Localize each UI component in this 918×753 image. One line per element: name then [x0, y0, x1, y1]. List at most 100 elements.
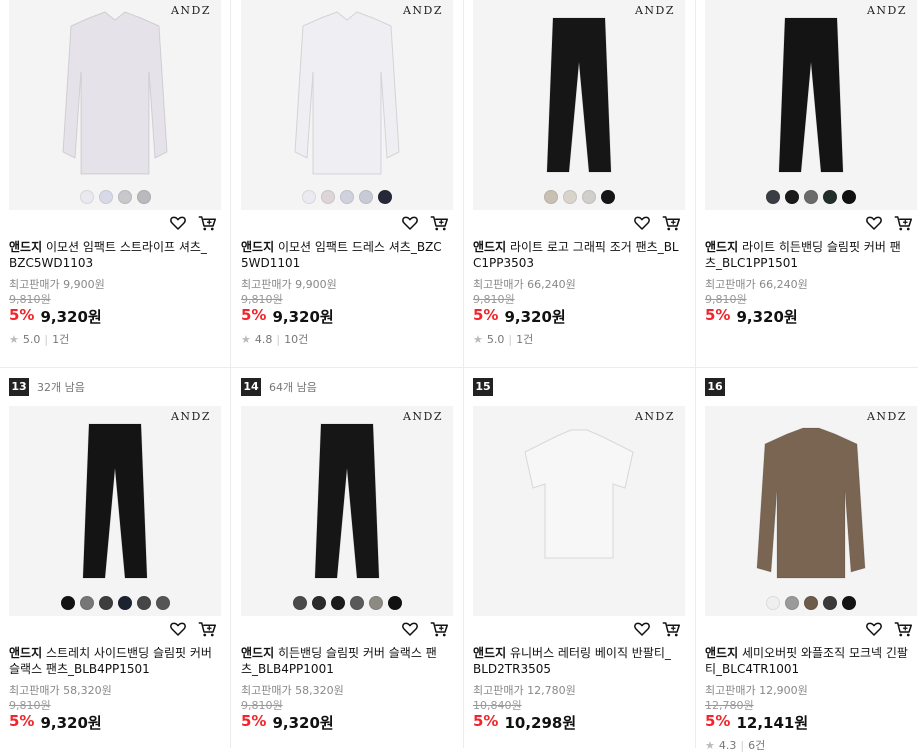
brand-logo: ANDZ: [634, 410, 675, 423]
price-line: 5% 9,320원: [473, 306, 566, 327]
cart-icon[interactable]: [661, 214, 681, 232]
color-swatch[interactable]: [79, 596, 94, 610]
color-swatch[interactable]: [823, 190, 837, 204]
color-swatch[interactable]: [543, 190, 558, 204]
color-swatch[interactable]: [349, 596, 364, 610]
heart-icon[interactable]: [169, 214, 187, 232]
color-swatch[interactable]: [766, 190, 780, 204]
product-image[interactable]: ANDZ: [473, 0, 685, 210]
color-swatch[interactable]: [842, 190, 856, 204]
price-line: 5% 9,320원: [241, 712, 334, 733]
price-line: 5% 12,141원: [705, 712, 808, 733]
color-swatch[interactable]: [60, 596, 75, 610]
product-card[interactable]: 13 32개 남음 ANDZ 앤드지 스트레치 사이드밴딩 슬림핏 커버 슬랙스 팬츠…: [9, 378, 221, 748]
color-swatch[interactable]: [98, 190, 113, 204]
product-image[interactable]: ANDZ: [241, 0, 453, 210]
color-swatch[interactable]: [155, 596, 170, 610]
card-actions: [865, 620, 913, 638]
color-swatch[interactable]: [562, 190, 577, 204]
cart-icon[interactable]: [197, 620, 217, 638]
product-title[interactable]: 앤드지 세미오버핏 와플조직 모크넥 긴팔티_BLC4TR1001: [705, 645, 911, 677]
sale-price: 9,320원: [40, 714, 102, 732]
color-swatch[interactable]: [785, 596, 799, 610]
heart-icon[interactable]: [401, 214, 419, 232]
heart-icon[interactable]: [169, 620, 187, 638]
product-card[interactable]: 16 ANDZ 앤드지 세미오버핏 와플조직 모크넥 긴팔티_BLC4TR1001 최…: [705, 378, 917, 752]
product-title[interactable]: 앤드지 스트레치 사이드밴딩 슬림핏 커버 슬랙스 팬츠_BLB4PP1501: [9, 645, 215, 677]
product-title[interactable]: 앤드지 라이트 히든밴딩 슬림핏 커버 팬츠_BLC1PP1501: [705, 239, 911, 271]
cart-icon[interactable]: [893, 214, 913, 232]
color-swatch[interactable]: [785, 190, 799, 204]
product-card[interactable]: 14 64개 남음 ANDZ 앤드지 히든밴딩 슬림핏 커버 슬랙스 팬츠_BLB4P…: [241, 378, 453, 748]
card-actions: [401, 214, 449, 232]
product-title[interactable]: 앤드지 이모션 임팩트 드레스 셔츠_BZC5WD1101: [241, 239, 447, 271]
color-swatch[interactable]: [804, 596, 818, 610]
brand-name: 앤드지: [9, 646, 43, 660]
discount-rate: 5%: [473, 306, 499, 324]
heart-icon[interactable]: [865, 214, 883, 232]
original-price: 10,840원: [473, 699, 522, 712]
product-card[interactable]: ANDZ 앤드지 라이트 히든밴딩 슬림핏 커버 팬츠_BLC1PP1501 최고판…: [705, 0, 917, 370]
max-price-label: 최고판매가: [9, 278, 60, 291]
max-price: 최고판매가 66,240원: [473, 276, 576, 292]
color-swatches: [9, 190, 221, 204]
product-image[interactable]: ANDZ: [9, 0, 221, 210]
color-swatch[interactable]: [321, 190, 335, 204]
product-title[interactable]: 앤드지 라이트 로고 그래픽 조거 팬츠_BLC1PP3503: [473, 239, 679, 271]
product-image[interactable]: ANDZ: [241, 406, 453, 616]
color-swatch[interactable]: [117, 190, 132, 204]
color-swatch[interactable]: [330, 596, 345, 610]
heart-icon[interactable]: [633, 214, 651, 232]
cart-icon[interactable]: [661, 620, 681, 638]
card-actions: [401, 620, 449, 638]
cart-icon[interactable]: [429, 620, 449, 638]
brand-name: 앤드지: [241, 646, 275, 660]
rank-number: 16: [705, 378, 725, 396]
color-swatch[interactable]: [804, 190, 818, 204]
product-title[interactable]: 앤드지 히든밴딩 슬림핏 커버 슬랙스 팬츠_BLB4PP1001: [241, 645, 447, 677]
color-swatch[interactable]: [359, 190, 373, 204]
cart-icon[interactable]: [429, 214, 449, 232]
color-swatch[interactable]: [581, 190, 596, 204]
color-swatch[interactable]: [600, 190, 615, 204]
product-card[interactable]: 15 ANDZ 앤드지 유니버스 레터링 베이직 반팔티_BLD2TR3505 최고판…: [473, 378, 685, 748]
color-swatch[interactable]: [823, 596, 837, 610]
color-swatch[interactable]: [311, 596, 326, 610]
color-swatches: [473, 190, 685, 204]
color-swatches: [705, 190, 917, 204]
color-swatch[interactable]: [292, 596, 307, 610]
color-swatch[interactable]: [117, 596, 132, 610]
color-swatch[interactable]: [136, 190, 151, 204]
cart-icon[interactable]: [197, 214, 217, 232]
product-image[interactable]: ANDZ: [705, 406, 917, 616]
rank-number: 13: [9, 378, 29, 396]
color-swatch[interactable]: [842, 596, 856, 610]
color-swatch[interactable]: [302, 190, 316, 204]
cart-icon[interactable]: [893, 620, 913, 638]
brand-logo: ANDZ: [170, 4, 211, 17]
product-image[interactable]: ANDZ: [473, 406, 685, 616]
color-swatch[interactable]: [340, 190, 354, 204]
heart-icon[interactable]: [865, 620, 883, 638]
product-image[interactable]: ANDZ: [705, 0, 917, 210]
product-card[interactable]: ANDZ 앤드지 이모션 임팩트 드레스 셔츠_BZC5WD1101 최고판매가 9…: [241, 0, 453, 370]
color-swatch[interactable]: [79, 190, 94, 204]
heart-icon[interactable]: [401, 620, 419, 638]
color-swatch[interactable]: [387, 596, 402, 610]
pants-image: [82, 423, 148, 579]
product-title[interactable]: 앤드지 유니버스 레터링 베이직 반팔티_BLD2TR3505: [473, 645, 679, 677]
product-title[interactable]: 앤드지 이모션 임팩트 스트라이프 셔츠_BZC5WD1103: [9, 239, 215, 271]
product-card[interactable]: ANDZ 앤드지 이모션 임팩트 스트라이프 셔츠_BZC5WD1103 최고판매가…: [9, 0, 221, 370]
max-price-value: 12,780원: [527, 684, 576, 697]
color-swatch[interactable]: [136, 596, 151, 610]
column-divider: [230, 0, 231, 748]
color-swatch[interactable]: [368, 596, 383, 610]
max-price: 최고판매가 9,900원: [9, 276, 105, 292]
color-swatch[interactable]: [766, 596, 780, 610]
color-swatch[interactable]: [98, 596, 113, 610]
product-image[interactable]: ANDZ: [9, 406, 221, 616]
heart-icon[interactable]: [633, 620, 651, 638]
star-icon: ★: [241, 332, 251, 346]
product-card[interactable]: ANDZ 앤드지 라이트 로고 그래픽 조거 팬츠_BLC1PP3503 최고판매가…: [473, 0, 685, 370]
color-swatch[interactable]: [378, 190, 392, 204]
